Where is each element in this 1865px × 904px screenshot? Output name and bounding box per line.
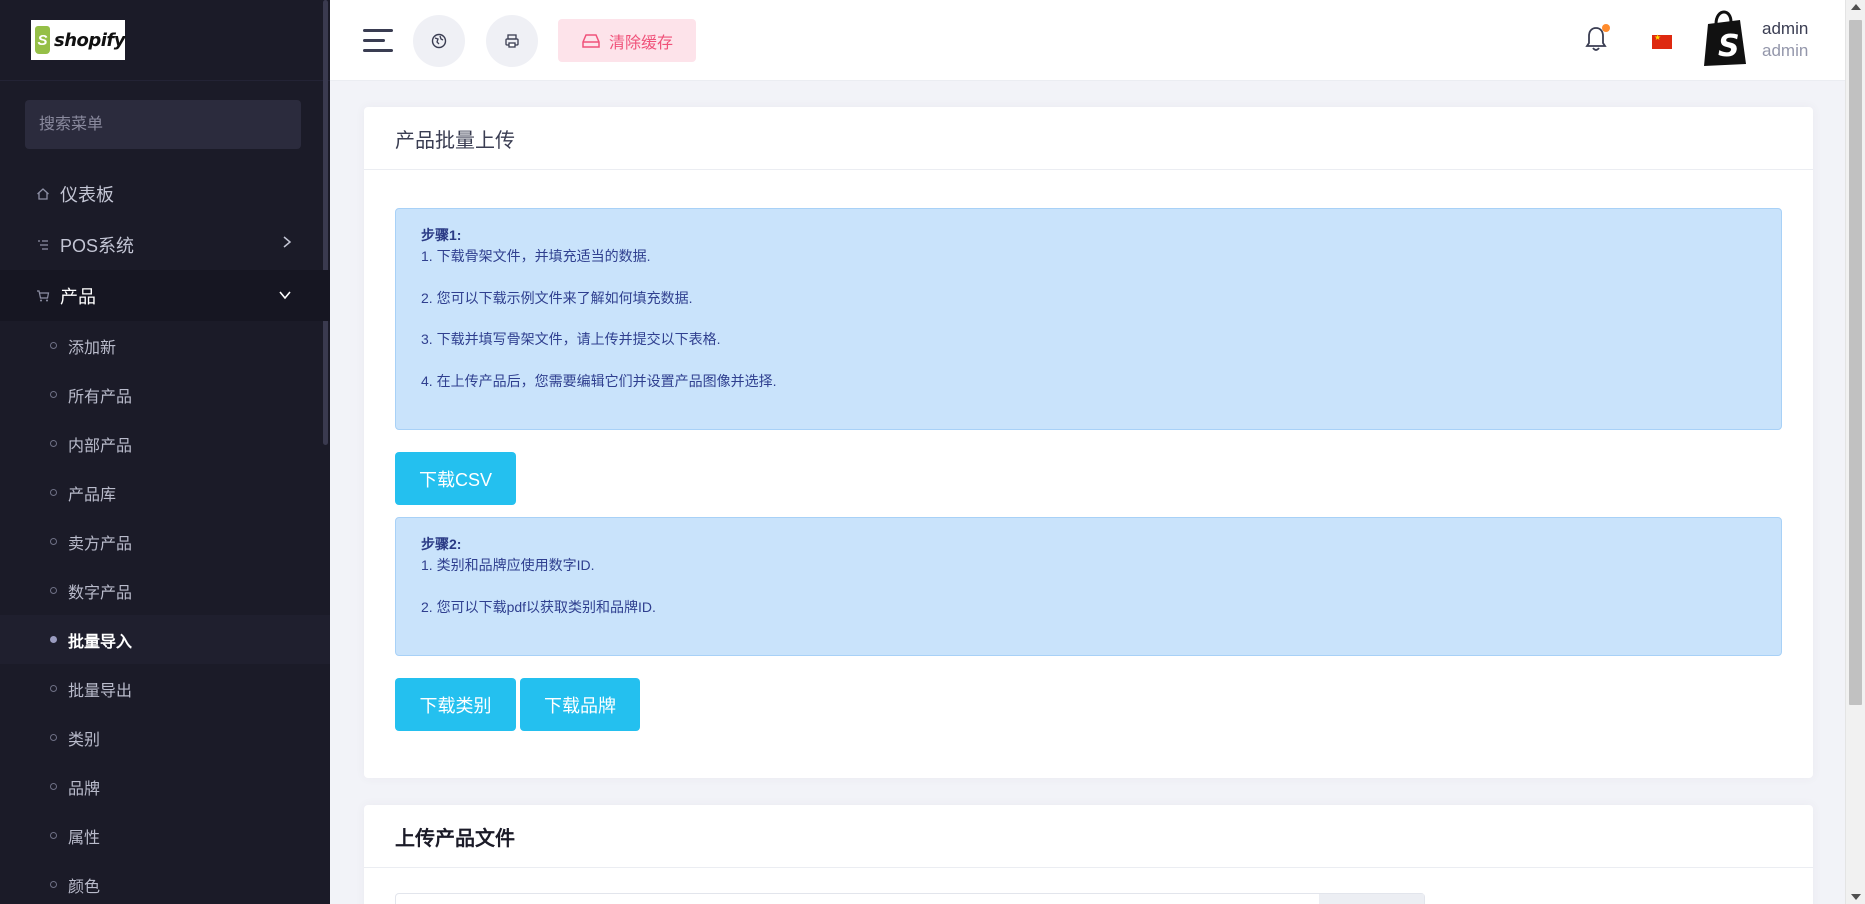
file-input[interactable] (395, 893, 1425, 904)
user-name[interactable]: admin (1762, 19, 1808, 39)
submenu-item-seller-products[interactable]: 卖方产品 (0, 517, 330, 566)
bullet-icon (50, 685, 57, 692)
scrollbar-thumb[interactable] (1849, 20, 1862, 705)
submenu-item-product-library[interactable]: 产品库 (0, 468, 330, 517)
products-submenu: 添加新 所有产品 内部产品 产品库 卖方产品 数字产品 批量导入 批量导出 类别… (0, 321, 330, 904)
chevron-down-icon (278, 287, 292, 305)
submenu-item-label: 属性 (68, 829, 101, 847)
step2-line-2: 2. 您可以下载pdf以获取类别和品牌ID. (421, 598, 656, 615)
topbar: 清除缓存 S admin admin (330, 0, 1845, 81)
sidebar-item-products[interactable]: 产品 (0, 270, 330, 321)
scroll-down-icon[interactable] (1851, 894, 1861, 900)
svg-text:S: S (1718, 29, 1740, 64)
submenu-item-bulk-import[interactable]: 批量导入 (0, 615, 330, 664)
step2-line-1: 1. 类别和品牌应使用数字ID. (421, 556, 595, 573)
submenu-item-label: 批量导出 (68, 682, 133, 700)
submenu-item-colors[interactable]: 颜色 (0, 860, 330, 904)
clear-cache-label: 清除缓存 (608, 34, 673, 52)
upload-file-card: 上传产品文件 (364, 805, 1813, 904)
submenu-item-digital-products[interactable]: 数字产品 (0, 566, 330, 615)
printer-icon (505, 34, 519, 48)
submenu-item-label: 数字产品 (68, 584, 133, 602)
globe-icon (431, 33, 447, 49)
avatar[interactable]: S (1700, 10, 1750, 68)
sidebar-item-label: 仪表板 (60, 184, 114, 205)
upload-file-title: 上传产品文件 (364, 805, 1813, 868)
submenu-item-bulk-export[interactable]: 批量导出 (0, 664, 330, 713)
browse-button[interactable] (1319, 894, 1424, 904)
submenu-item-add-new[interactable]: 添加新 (0, 321, 330, 370)
logo-text: shopify (53, 29, 126, 51)
submenu-item-label: 类别 (68, 731, 101, 749)
user-role: admin (1762, 41, 1809, 60)
sidebar-item-label: POS系统 (60, 235, 135, 256)
step1-heading: 步骤1: (421, 227, 462, 243)
sidebar-item-pos[interactable]: POS系统 (0, 219, 330, 270)
submenu-item-label: 颜色 (68, 878, 101, 896)
submenu-item-label: 添加新 (68, 339, 117, 357)
submenu-item-label: 所有产品 (68, 388, 133, 406)
bullet-icon (50, 391, 57, 398)
submenu-item-label: 卖方产品 (68, 535, 133, 553)
logo-area: S shopify (0, 0, 330, 81)
home-icon (34, 187, 52, 201)
shopify-bag-icon: S (35, 26, 50, 54)
menu-toggle-icon[interactable] (363, 27, 393, 53)
sidebar: S shopify 仪表板 POS系统 产品 (0, 0, 330, 904)
cart-icon (34, 289, 52, 303)
sidebar-nav: 仪表板 POS系统 产品 添加新 所有产品 内部产品 产品库 卖方产品 数字产品… (0, 168, 330, 904)
china-flag-icon[interactable] (1652, 33, 1672, 49)
submenu-item-attributes[interactable]: 属性 (0, 811, 330, 860)
step1-line-3: 3. 下载并填写骨架文件，请上传并提交以下表格. (421, 331, 721, 348)
submenu-item-categories[interactable]: 类别 (0, 713, 330, 762)
bullet-icon (50, 636, 57, 643)
step2-info-box: 步骤2: 1. 类别和品牌应使用数字ID. 2. 您可以下载pdf以获取类别和品… (395, 517, 1782, 656)
bullet-icon (50, 587, 57, 594)
bulk-upload-card: 产品批量上传 步骤1: 1. 下载骨架文件，并填充适当的数据. 2. 您可以下载… (364, 107, 1813, 778)
notification-dot (1602, 24, 1610, 32)
submenu-item-inhouse-products[interactable]: 内部产品 (0, 419, 330, 468)
hard-drive-icon (582, 33, 600, 48)
step1-line-1: 1. 下载骨架文件，并填充适当的数据. (421, 247, 651, 264)
sidebar-item-label: 产品 (60, 286, 96, 307)
bullet-icon (50, 734, 57, 741)
download-brand-button[interactable]: 下载品牌 (520, 678, 640, 731)
shopify-logo[interactable]: S shopify (31, 20, 126, 60)
submenu-item-label: 产品库 (68, 486, 117, 504)
clear-cache-button[interactable]: 清除缓存 (558, 19, 696, 62)
step1-info-box: 步骤1: 1. 下载骨架文件，并填充适当的数据. 2. 您可以下载示例文件来了解… (395, 208, 1782, 430)
submenu-item-brands[interactable]: 品牌 (0, 762, 330, 811)
step1-line-2: 2. 您可以下载示例文件来了解如何填充数据. (421, 289, 693, 306)
menu-search-input[interactable] (25, 100, 301, 149)
print-button[interactable] (486, 15, 538, 67)
chevron-right-icon (282, 235, 292, 254)
download-csv-button[interactable]: 下载CSV (395, 452, 516, 505)
step1-line-4: 4. 在上传产品后，您需要编辑它们并设置产品图像并选择. (421, 373, 777, 390)
shopify-bag-avatar-icon: S (1704, 10, 1746, 66)
submenu-item-label: 品牌 (68, 780, 101, 798)
bullet-icon (50, 832, 57, 839)
page-scrollbar[interactable] (1845, 0, 1865, 904)
bullet-icon (50, 538, 57, 545)
bullet-icon (50, 440, 57, 447)
scroll-up-icon[interactable] (1851, 4, 1861, 10)
step2-heading: 步骤2: (421, 536, 462, 552)
submenu-item-label: 内部产品 (68, 437, 133, 455)
bullet-icon (50, 783, 57, 790)
bulk-upload-title: 产品批量上传 (364, 107, 1813, 170)
notification-bell[interactable] (1584, 24, 1610, 54)
submenu-item-all-products[interactable]: 所有产品 (0, 370, 330, 419)
globe-button[interactable] (413, 15, 465, 67)
bullet-icon (50, 489, 57, 496)
download-category-button[interactable]: 下载类别 (395, 678, 516, 731)
list-icon (34, 238, 52, 252)
bullet-icon (50, 342, 57, 349)
bullet-icon (50, 881, 57, 888)
sidebar-item-dashboard[interactable]: 仪表板 (0, 168, 330, 219)
submenu-item-label: 批量导入 (68, 633, 133, 651)
